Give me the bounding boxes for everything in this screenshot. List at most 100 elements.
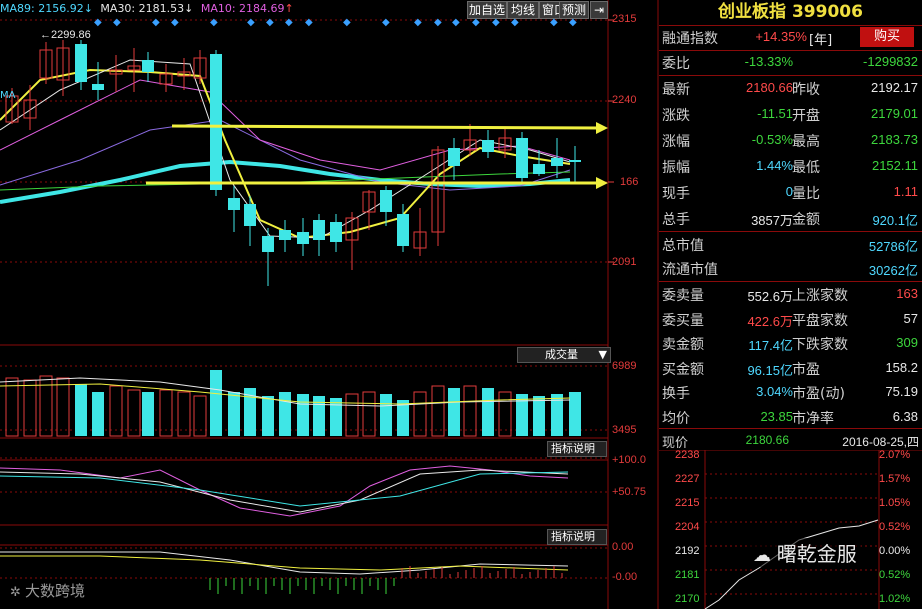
market-cap-row: 总市值 52786亿 bbox=[659, 233, 922, 258]
market-cap-value: 52786亿 bbox=[868, 239, 918, 254]
price-axis-label: 2091 bbox=[612, 256, 637, 268]
volume-panel-title[interactable]: 成交量 ▼ bbox=[517, 347, 611, 363]
quote-label: 总手 bbox=[662, 212, 690, 228]
quote-date: 2016-08-25,四 bbox=[842, 435, 919, 449]
quote-value: 96.15亿 bbox=[747, 362, 793, 378]
watermark-left-text: 大数跨境 bbox=[25, 582, 86, 600]
quote-value: 117.4亿 bbox=[748, 338, 793, 353]
event-marker-icon: ◆ bbox=[472, 17, 480, 28]
quote-label: 卖金额 bbox=[662, 337, 704, 353]
event-marker-icon: ◆ bbox=[452, 17, 460, 28]
mini-axis-right: 2.07% bbox=[879, 449, 911, 461]
ma-stub-label: MA bbox=[0, 90, 16, 101]
rongtong-row: 融通指数 +14.35% [年] 购买 bbox=[659, 26, 922, 51]
volume-title: 成交量 bbox=[545, 348, 578, 361]
event-marker-icon: ◆ bbox=[550, 17, 558, 28]
indicator2-help-button[interactable]: 指标说明 bbox=[547, 529, 607, 545]
watermark-right: ☁ 曙乾金服 bbox=[749, 538, 861, 567]
mini-axis-left: 2192 bbox=[675, 545, 700, 557]
ma30-label: MA30: 2181.53 bbox=[100, 2, 185, 15]
event-markers: ◆ ◆ ◆ ◆ ◆ ◆ ◆ ◆ ◆ ◆ ◆ ◆ ◆ ◆ ◆ ◆ ◆ ◆ ◆ bbox=[0, 17, 600, 29]
quote-value: 1.11 bbox=[893, 184, 918, 199]
quote-row: 委卖量 552.6万 上涨家数 163 bbox=[659, 283, 922, 308]
indicator2-axis-label: 0.00 bbox=[612, 541, 634, 553]
indicator2-axis-label: -0.00 bbox=[612, 571, 638, 583]
buy-button[interactable]: 购买 bbox=[860, 27, 914, 47]
quote-label: 均价 bbox=[662, 410, 690, 427]
quote-value: 2183.73 bbox=[871, 132, 918, 147]
quote-value: -11.51 bbox=[757, 106, 793, 121]
dropdown-arrow-icon: ▼ bbox=[598, 348, 607, 361]
quote-value: 6.38 bbox=[892, 408, 918, 424]
quote-row: 换手 3.04% 市盈(动) 75.19 bbox=[659, 381, 922, 406]
mini-axis-right: 0.52% bbox=[879, 521, 911, 533]
market-cap-label: 流通市值 bbox=[662, 262, 718, 278]
event-marker-icon: ◆ bbox=[569, 17, 577, 28]
quote-row: 振幅 1.44% 最低 2152.11 bbox=[659, 155, 922, 180]
quote-value: 1.44% bbox=[756, 158, 793, 173]
mini-axis-left: 2238 bbox=[675, 449, 700, 461]
mini-axis-right: 1.57% bbox=[879, 473, 911, 485]
quote-value: 2179.01 bbox=[871, 106, 918, 121]
event-marker-icon: ◆ bbox=[266, 17, 274, 28]
event-marker-icon: ◆ bbox=[152, 17, 160, 28]
quote-value: 3.04% bbox=[756, 384, 793, 399]
rongtong-value: +14.35% bbox=[755, 29, 807, 44]
indicator1-help-button[interactable]: 指标说明 bbox=[547, 441, 607, 457]
logo-icon: ✲ bbox=[10, 585, 26, 600]
quote-title: 创业板指 399006 bbox=[718, 2, 863, 22]
quote-value: -0.53% bbox=[751, 132, 793, 147]
event-marker-icon: ◆ bbox=[343, 17, 351, 28]
event-marker-icon: ◆ bbox=[285, 17, 293, 28]
quote-label: 最新 bbox=[662, 82, 690, 98]
quote-row: 均价 23.85 市净率 6.38 bbox=[659, 406, 922, 431]
ma10-arrow-icon: ↑ bbox=[284, 2, 294, 15]
weibi-diff: -1299832 bbox=[863, 54, 918, 69]
mini-axis-left: 2181 bbox=[675, 569, 700, 581]
event-marker-icon: ◆ bbox=[511, 17, 519, 28]
quote-label: 买金额 bbox=[662, 361, 704, 378]
current-value: 2180.66 bbox=[745, 433, 789, 447]
weibi-row: 委比 -13.33% -1299832 bbox=[659, 51, 922, 76]
quote-label: 换手 bbox=[662, 386, 690, 402]
watermark-right-text: 曙乾金服 bbox=[776, 542, 857, 566]
event-marker-icon: ◆ bbox=[492, 17, 500, 28]
quote-value: 920.1亿 bbox=[872, 213, 918, 228]
price-axis-label: 2240 bbox=[612, 94, 637, 106]
market-cap-label: 总市值 bbox=[662, 238, 704, 254]
quote-value: 0 bbox=[785, 184, 793, 199]
watermark-left: ✲ 大数跨境 bbox=[10, 580, 85, 601]
weibi-value: -13.33% bbox=[744, 54, 793, 69]
quote-row: 卖金额 117.4亿 下跌家数 309 bbox=[659, 332, 922, 357]
quote-value: 158.2 bbox=[885, 359, 918, 375]
mini-axis-right: 0.52% bbox=[879, 569, 911, 581]
event-marker-icon: ◆ bbox=[414, 17, 422, 28]
high-price-value: 2299.86 bbox=[51, 29, 91, 41]
quote-row: 涨幅 -0.53% 最高 2183.73 bbox=[659, 129, 922, 154]
quote-row: 买金额 96.15亿 市盈 158.2 bbox=[659, 357, 922, 382]
quote-label: 振幅 bbox=[662, 160, 690, 176]
event-marker-icon: ◆ bbox=[210, 17, 218, 28]
quote-row: 最新 2180.66 昨收 2192.17 bbox=[659, 77, 922, 102]
mini-axis-left: 2170 bbox=[675, 593, 700, 605]
ma30-arrow-icon: ↓ bbox=[184, 2, 194, 15]
quote-label: 昨收 bbox=[792, 82, 820, 98]
ma89-label: MA89: 2156.92 bbox=[0, 2, 84, 15]
event-marker-icon: ◆ bbox=[305, 17, 313, 28]
quote-row: 现手 0 量比 1.11 bbox=[659, 181, 922, 206]
quote-value: 2180.66 bbox=[746, 80, 793, 95]
price-axis-label: 2315 bbox=[612, 13, 637, 25]
quote-value: 2192.17 bbox=[871, 80, 918, 95]
mini-axis-right: 0.00% bbox=[879, 545, 911, 557]
quote-value: 75.19 bbox=[885, 384, 918, 399]
event-marker-icon: ◆ bbox=[171, 17, 179, 28]
quote-label: 市净率 bbox=[792, 410, 834, 427]
quote-label: 市盈 bbox=[792, 361, 820, 378]
current-price-row: 现价 2180.66 2016-08-25,四 bbox=[659, 430, 922, 451]
quote-value: 57 bbox=[903, 310, 918, 326]
volume-axis-label: 3495 bbox=[612, 424, 637, 436]
quote-value: 23.85 bbox=[760, 408, 793, 424]
quote-label: 下跌家数 bbox=[792, 337, 848, 353]
indicator1-axis-label: +50.75 bbox=[612, 486, 646, 498]
wechat-icon: ☁ bbox=[753, 545, 777, 566]
